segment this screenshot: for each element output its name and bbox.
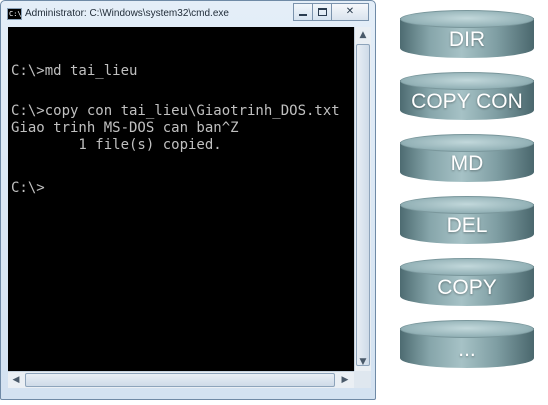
cylinder-label: ... (458, 338, 476, 361)
cylinder-dir: DIR (400, 10, 534, 64)
cylinder-md: MD (400, 134, 534, 188)
cylinder-label: DEL (446, 214, 488, 237)
resize-grip[interactable] (354, 371, 371, 388)
close-icon: ✕ (345, 6, 355, 17)
cylinder-top (400, 134, 534, 152)
cylinder-label: MD (450, 152, 484, 175)
cylinder-label: COPY (437, 276, 497, 299)
vertical-scroll-thumb[interactable] (356, 44, 370, 366)
window-title: Administrator: C:\Windows\system32\cmd.e… (25, 8, 229, 19)
console-line: Giao trinh MS-DOS can ban^Z (11, 120, 239, 136)
cylinder-top (400, 72, 534, 90)
console-line: C:\>md tai_lieu (11, 63, 138, 79)
cylinder-top (400, 258, 534, 276)
cmd-window: C:\ Administrator: C:\Windows\system32\c… (0, 0, 376, 400)
cylinder-del: DEL (400, 196, 534, 250)
caption-buttons: ✕ (293, 3, 369, 21)
minimize-icon (299, 14, 307, 16)
cylinder-more: ... (400, 320, 534, 374)
console-prompt: C:\> (11, 180, 45, 196)
title-bar[interactable]: C:\ Administrator: C:\Windows\system32\c… (1, 1, 375, 27)
maximize-button[interactable] (312, 3, 332, 21)
close-button[interactable]: ✕ (331, 3, 369, 21)
cylinder-copy: COPY (400, 258, 534, 312)
scroll-down-icon[interactable]: ▼ (355, 354, 371, 370)
minimize-button[interactable] (293, 3, 313, 21)
cylinder-top (400, 10, 534, 28)
console-line: 1 file(s) copied. (11, 137, 222, 153)
cylinder-label: DIR (448, 28, 486, 51)
cylinder-copy-con: COPY CON (400, 72, 534, 126)
scroll-left-icon[interactable]: ◀ (8, 372, 24, 388)
horizontal-scrollbar[interactable]: ◀ ▶ (8, 371, 354, 388)
console-output[interactable]: C:\>md tai_lieu C:\>copy con tai_lieu\Gi… (8, 27, 354, 371)
cylinder-label: COPY CON (411, 90, 523, 113)
command-stack: DIR COPY CON MD DEL COPY ... (400, 10, 534, 395)
vertical-scrollbar[interactable]: ▲ ▼ (354, 27, 371, 371)
scroll-up-icon[interactable]: ▲ (355, 27, 371, 43)
horizontal-scroll-thumb[interactable] (25, 373, 335, 387)
cylinder-top (400, 196, 534, 214)
scroll-right-icon[interactable]: ▶ (337, 372, 353, 388)
maximize-icon (317, 8, 327, 16)
cmd-app-icon[interactable]: C:\ (7, 8, 22, 20)
console-line: C:\>copy con tai_lieu\Giaotrinh_DOS.txt (11, 103, 340, 119)
cylinder-top (400, 320, 534, 338)
